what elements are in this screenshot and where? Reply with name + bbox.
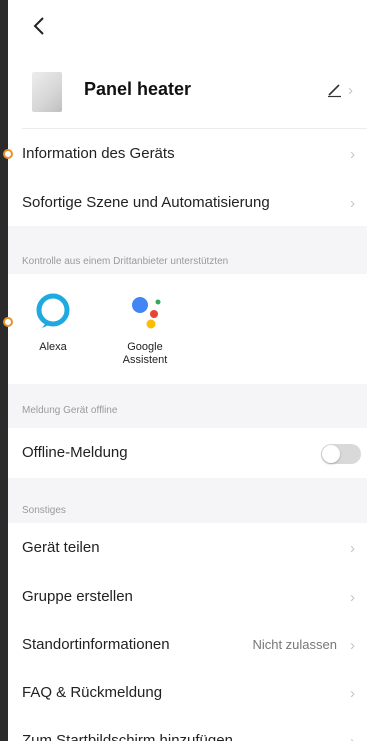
google-label-line1: Google bbox=[127, 341, 163, 353]
device-header[interactable]: Panel heater › bbox=[8, 64, 367, 124]
edit-pencil-icon[interactable] bbox=[326, 81, 344, 99]
faq-feedback-row[interactable]: FAQ & Rückmeldung › bbox=[8, 669, 367, 717]
device-info-row[interactable]: Information des Geräts › bbox=[8, 130, 367, 178]
location-info-label: Standortinformationen bbox=[22, 636, 170, 653]
scene-automation-label: Sofortige Szene und Automatisierung bbox=[22, 194, 270, 211]
alexa-label: Alexa bbox=[39, 341, 67, 353]
back-arrow-icon[interactable] bbox=[28, 14, 52, 38]
faq-feedback-label: FAQ & Rückmeldung bbox=[22, 684, 163, 701]
chevron-right-icon: › bbox=[350, 589, 355, 606]
third-party-section-title: Kontrolle aus einem Drittanbieter unters… bbox=[22, 256, 229, 267]
misc-area: Gerät teilen › Gruppe erstellen › Stando… bbox=[8, 523, 367, 741]
chevron-right-icon: › bbox=[350, 733, 355, 741]
device-thumbnail bbox=[32, 72, 62, 112]
create-group-row[interactable]: Gruppe erstellen › bbox=[8, 573, 367, 621]
offline-section-title: Meldung Gerät offline bbox=[22, 405, 118, 416]
offline-notification-row: Offline-Meldung bbox=[8, 429, 367, 477]
add-to-homescreen-row[interactable]: Zum Startbildschirm hinzufügen › bbox=[8, 717, 367, 741]
divider bbox=[22, 128, 367, 129]
create-group-label: Gruppe erstellen bbox=[22, 588, 133, 605]
share-device-label: Gerät teilen bbox=[22, 539, 100, 556]
add-to-homescreen-label: Zum Startbildschirm hinzufügen bbox=[22, 732, 233, 741]
misc-section-title: Sonstiges bbox=[22, 505, 66, 516]
google-assistant-item[interactable]: Google Assistent bbox=[105, 290, 185, 367]
alexa-icon bbox=[36, 293, 70, 328]
header-area: Panel heater › Information des Geräts › … bbox=[8, 0, 367, 226]
alexa-item[interactable]: Alexa bbox=[13, 290, 93, 354]
annotation-marker bbox=[3, 149, 13, 159]
offline-notification-toggle[interactable] bbox=[321, 444, 361, 464]
toggle-knob bbox=[322, 445, 340, 463]
google-label-line2: Assistent bbox=[122, 354, 168, 366]
chevron-right-icon: › bbox=[350, 540, 355, 557]
device-settings-screen: Panel heater › Information des Geräts › … bbox=[8, 0, 367, 741]
device-name: Panel heater bbox=[84, 79, 192, 99]
location-info-row[interactable]: Standortinformationen Nicht zulassen › bbox=[8, 621, 367, 669]
share-device-row[interactable]: Gerät teilen › bbox=[8, 524, 367, 572]
offline-area: Offline-Meldung bbox=[8, 428, 367, 478]
chevron-right-icon: › bbox=[348, 82, 353, 99]
chevron-right-icon: › bbox=[350, 685, 355, 702]
device-info-label: Information des Geräts bbox=[22, 145, 175, 162]
chevron-right-icon: › bbox=[350, 146, 355, 163]
chevron-right-icon: › bbox=[350, 637, 355, 654]
chevron-right-icon: › bbox=[350, 195, 355, 212]
third-party-area: Alexa Google Assistent bbox=[8, 274, 367, 384]
location-info-value: Nicht zulassen bbox=[252, 637, 337, 652]
offline-notification-label: Offline-Meldung bbox=[22, 444, 128, 461]
google-assistant-icon bbox=[132, 297, 161, 329]
google-assistant-label: Google Assistent bbox=[105, 341, 185, 367]
annotation-marker bbox=[3, 317, 13, 327]
scene-automation-row[interactable]: Sofortige Szene und Automatisierung › bbox=[8, 179, 367, 227]
